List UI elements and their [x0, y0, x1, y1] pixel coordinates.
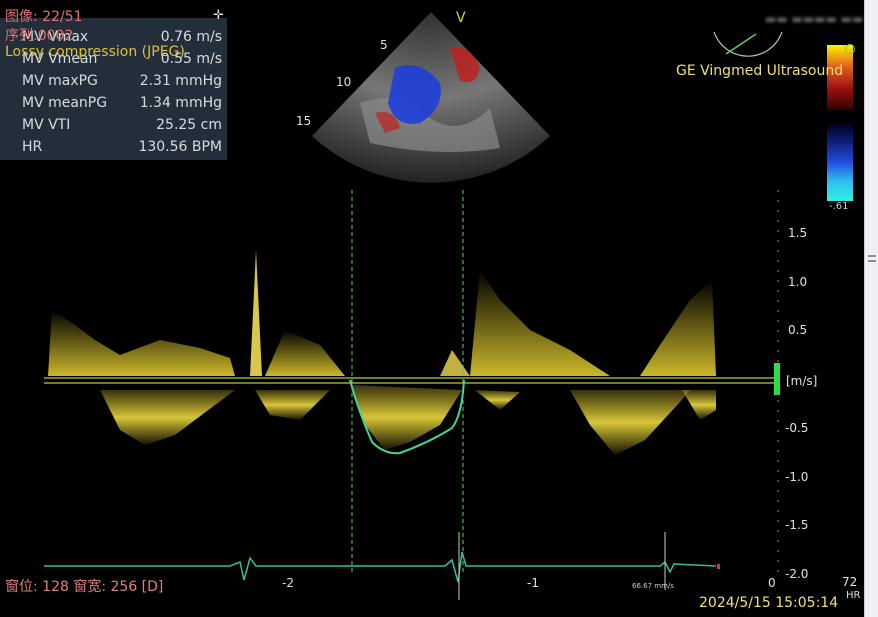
- vendor-label: GE Vingmed Ultrasound: [676, 63, 844, 79]
- velocity-tick: -0.5: [785, 421, 809, 435]
- velocity-tick: 1.0: [788, 275, 808, 289]
- spectral-signal: [48, 390, 235, 445]
- series-number: 序列:0002: [5, 28, 74, 44]
- image-index: 图像: 22/51: [5, 9, 83, 25]
- ecg-end-marker: [717, 564, 720, 569]
- spectral-signal: [265, 330, 345, 376]
- measurement-label: HR: [22, 139, 43, 155]
- measurement-value: 1.34 mmHg: [139, 95, 222, 111]
- scrollbar-grip-icon[interactable]: [868, 252, 876, 268]
- sector-marker: V: [456, 10, 466, 26]
- measurement-value: 0.76 m/s: [160, 29, 222, 45]
- spectral-signal: [352, 385, 462, 450]
- depth-mark: 15: [296, 114, 312, 128]
- velocity-tick: -1.5: [785, 518, 809, 532]
- spectral-signal: [682, 390, 716, 420]
- spectral-signal: [440, 350, 470, 376]
- spectral-signal: [255, 390, 330, 420]
- depth-mark: 5: [380, 38, 388, 52]
- measurement-label: MV VTI: [22, 117, 71, 133]
- vertical-scrollbar[interactable]: [864, 0, 878, 617]
- plus-icon[interactable]: ✛: [213, 8, 224, 23]
- spectral-signal: [250, 250, 262, 376]
- velocity-unit: [m/s]: [786, 374, 818, 388]
- spectral-signal: [470, 270, 610, 376]
- ultrasound-viewer[interactable]: V 5 10 15 ▬▬ ▬▬▬▬ ▬▬ -.61 1.5 1.0 0.5 [m…: [0, 0, 864, 617]
- spectral-signal: [48, 310, 235, 376]
- compression-label: Lossy compression (JPEG): [5, 44, 185, 60]
- spectral-signal: [475, 390, 520, 410]
- velocity-tick: -2.0: [785, 567, 809, 581]
- measurement-row: MV VTI 25.25 cm: [0, 115, 227, 137]
- measurement-label: MV maxPG: [22, 73, 98, 89]
- measurement-row: MV meanPG 1.34 mmHg: [0, 93, 227, 115]
- time-tick: -1: [527, 576, 539, 590]
- velocity-tick: 1.5: [788, 226, 808, 240]
- ecg-rate-label: 66.67 mm/s: [632, 582, 674, 590]
- window-level-info: 窗位: 128 窗宽: 256 [D]: [5, 579, 164, 595]
- measurement-value: 2.31 mmHg: [139, 73, 222, 89]
- measurement-row: MV maxPG 2.31 mmHg: [0, 71, 227, 93]
- heart-rate-unit: HR: [846, 590, 861, 601]
- measurement-row: HR 130.56 BPM: [0, 137, 227, 159]
- velocity-tick: -1.0: [785, 470, 809, 484]
- time-tick: -2: [282, 576, 294, 590]
- velocity-tick: 0.5: [788, 323, 808, 337]
- depth-mark: 10: [336, 75, 352, 89]
- spectral-doppler[interactable]: [0, 180, 864, 617]
- spectral-signal: [640, 280, 716, 376]
- measurement-value: 130.56 BPM: [138, 139, 222, 155]
- heart-rate-value: 72: [842, 575, 858, 589]
- datetime-stamp: 2024/5/15 15:05:14: [699, 595, 839, 611]
- blurred-patient-info: ▬▬ ▬▬▬▬ ▬▬: [765, 12, 864, 26]
- measurement-value: 25.25 cm: [156, 117, 222, 133]
- status-indicator-icon: [845, 44, 855, 54]
- measurement-label: MV meanPG: [22, 95, 108, 111]
- baseline-handle[interactable]: [774, 363, 780, 395]
- sector-image: [312, 12, 550, 183]
- time-tick: 0: [768, 576, 776, 590]
- spectral-signal: [570, 390, 690, 455]
